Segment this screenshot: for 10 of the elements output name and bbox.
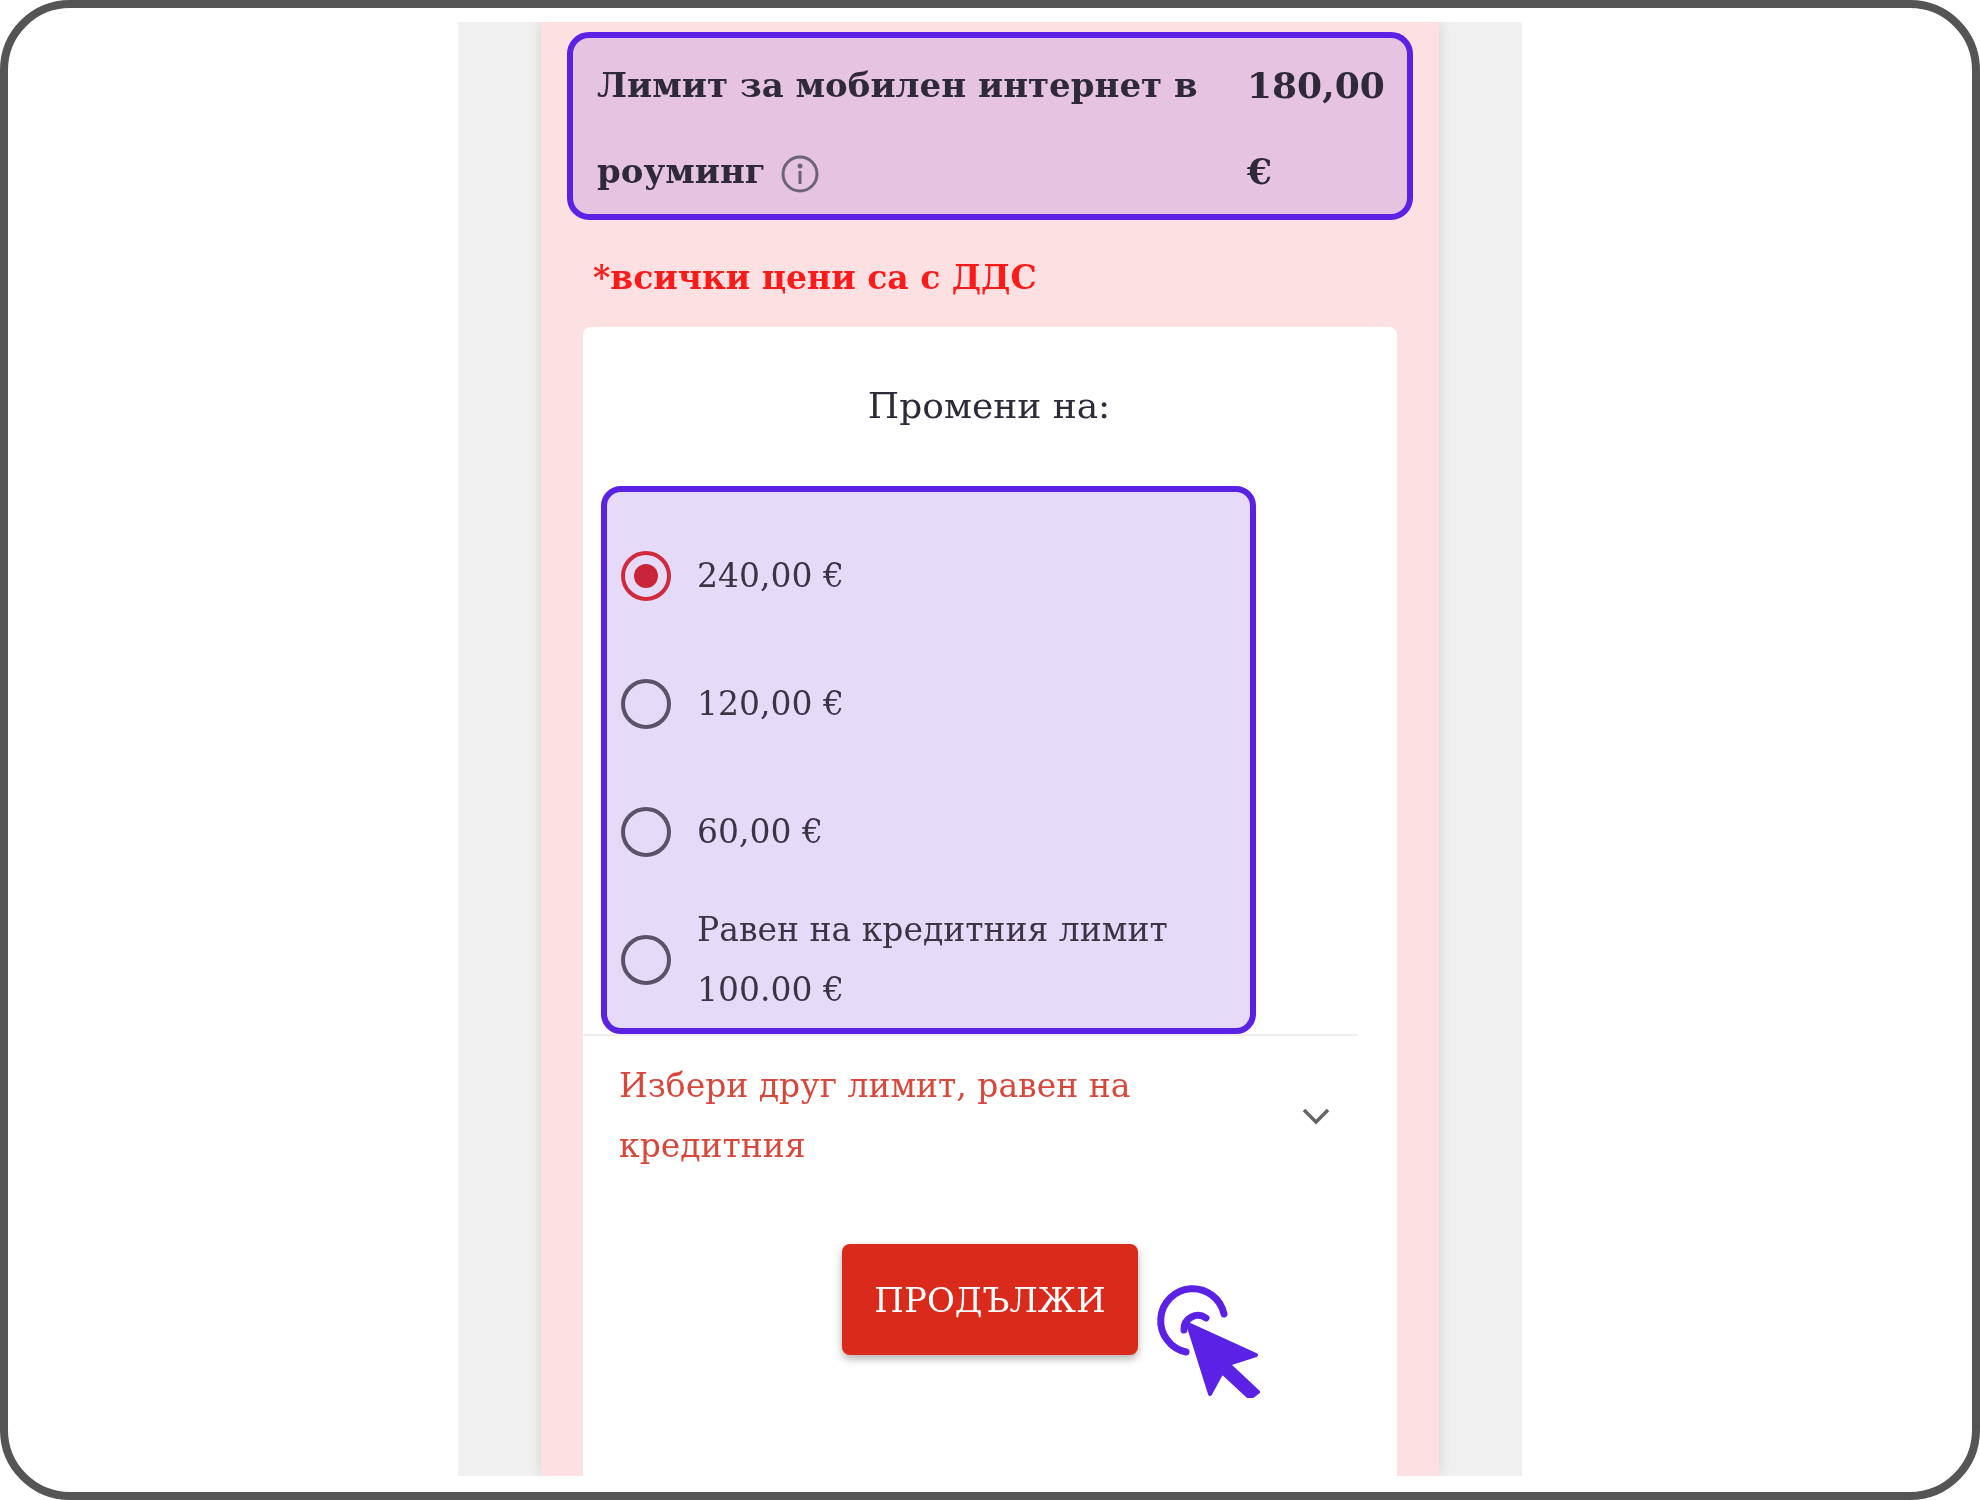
change-to-title: Промени на: — [867, 385, 1111, 426]
limit-dropdown[interactable]: Избери друг лимит, равен на кредитния — [601, 1036, 1361, 1176]
continue-button[interactable]: ПРОДЪЛЖИ — [842, 1244, 1138, 1355]
roaming-limit-label: Лимит за мобилен интернет в роуминг — [597, 42, 1237, 214]
option-label: 60,00 € — [697, 811, 823, 853]
option-label: 120,00 € — [697, 683, 844, 725]
option-label: 240,00 € — [697, 555, 844, 597]
vat-note: *всички цени са с ДДС — [593, 258, 1037, 297]
roaming-limit-value: 180,00 € — [1247, 63, 1386, 194]
option-label: Равен на кредитния лимит 100.00 € — [697, 909, 1169, 1011]
